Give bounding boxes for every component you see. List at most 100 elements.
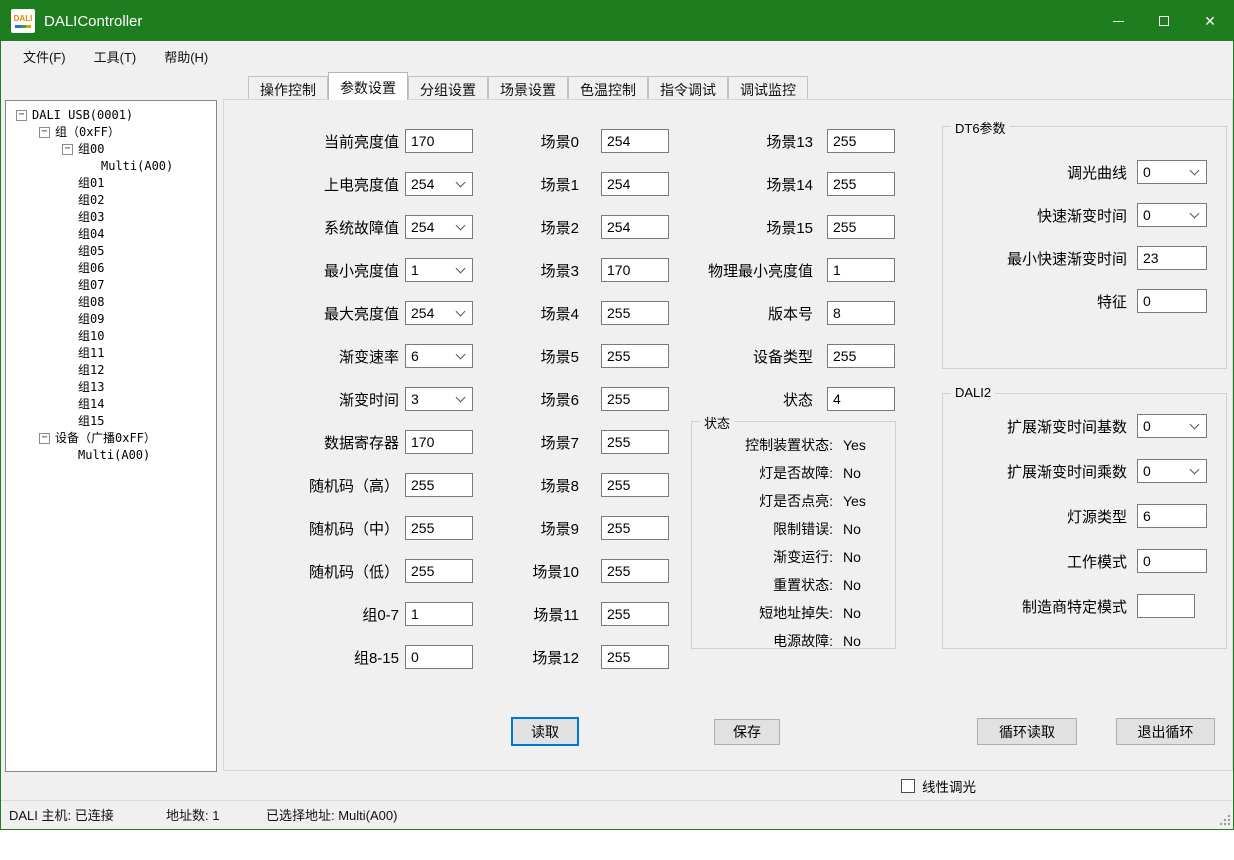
tree-item[interactable]: 组14: [6, 396, 216, 413]
text-field[interactable]: [1137, 594, 1195, 618]
text-field[interactable]: [601, 559, 669, 583]
tree-item[interactable]: 组13: [6, 379, 216, 396]
field-label: 扩展渐变时间乘数: [949, 461, 1127, 482]
read-button[interactable]: 读取: [511, 717, 579, 746]
text-field[interactable]: [1137, 504, 1207, 528]
tab-parameter-settings[interactable]: 参数设置: [328, 72, 408, 100]
tab-group-settings[interactable]: 分组设置: [408, 76, 488, 100]
tree-item-label: 组15: [78, 413, 104, 430]
text-field[interactable]: [601, 473, 669, 497]
field-label: 随机码（高）: [241, 475, 399, 496]
tree-item[interactable]: 组05: [6, 243, 216, 260]
text-field[interactable]: [1137, 246, 1207, 270]
exit-loop-button[interactable]: 退出循环: [1116, 718, 1215, 745]
tree-collapse-icon[interactable]: −: [16, 110, 27, 121]
text-field[interactable]: [827, 387, 895, 411]
form-row: 随机码（低）: [241, 559, 473, 583]
tree-item[interactable]: −DALI USB(0001): [6, 107, 216, 124]
field-label: 扩展渐变时间基数: [949, 416, 1127, 437]
form-row: 渐变运行:No: [692, 547, 885, 566]
combobox-value: 0: [1143, 418, 1191, 434]
menu-bar: 文件(F) 工具(T) 帮助(H): [1, 41, 1233, 71]
minimize-button[interactable]: [1095, 1, 1141, 41]
menu-help[interactable]: 帮助(H): [150, 41, 222, 72]
tree-item[interactable]: 组02: [6, 192, 216, 209]
menu-file[interactable]: 文件(F): [9, 41, 80, 72]
text-field[interactable]: [601, 602, 669, 626]
form-row: 场景9: [461, 516, 669, 540]
tree-item[interactable]: 组11: [6, 345, 216, 362]
field-label: 控制装置状态:: [692, 435, 833, 455]
tab-debug-monitor[interactable]: 调试监控: [728, 76, 808, 100]
text-field[interactable]: [601, 301, 669, 325]
field-label: 场景4: [461, 303, 579, 324]
combobox[interactable]: 0: [1137, 160, 1207, 184]
combobox[interactable]: 0: [1137, 414, 1207, 438]
field-label: 数据寄存器: [241, 432, 399, 453]
form-row: 灯是否点亮:Yes: [692, 491, 885, 510]
scene-column-0-12: 场景0场景1场景2场景3场景4场景5场景6场景7场景8场景9场景10场景11场景…: [461, 129, 669, 688]
tree-item[interactable]: 组09: [6, 311, 216, 328]
text-field[interactable]: [827, 344, 895, 368]
text-field[interactable]: [1137, 549, 1207, 573]
tree-item[interactable]: −组00: [6, 141, 216, 158]
resize-grip-icon[interactable]: [1219, 814, 1231, 826]
form-row: 制造商特定模式: [949, 594, 1218, 618]
form-row: 随机码（高）: [241, 473, 473, 497]
tree-item-label: 组10: [78, 328, 104, 345]
tab-command-debug[interactable]: 指令调试: [648, 76, 728, 100]
text-field[interactable]: [1137, 289, 1207, 313]
text-field[interactable]: [827, 258, 895, 282]
tab-color-temp-control[interactable]: 色温控制: [568, 76, 648, 100]
tree-collapse-icon[interactable]: −: [62, 144, 73, 155]
text-field[interactable]: [827, 301, 895, 325]
text-field[interactable]: [601, 215, 669, 239]
tree-item[interactable]: 组01: [6, 175, 216, 192]
form-row: 场景14: [691, 172, 895, 196]
loop-read-button[interactable]: 循环读取: [977, 718, 1077, 745]
tree-item[interactable]: 组04: [6, 226, 216, 243]
text-field[interactable]: [827, 129, 895, 153]
tree-item[interactable]: 组06: [6, 260, 216, 277]
tab-scene-settings[interactable]: 场景设置: [488, 76, 568, 100]
text-field[interactable]: [601, 645, 669, 669]
linear-dimming-checkbox[interactable]: [901, 779, 915, 793]
menu-tools[interactable]: 工具(T): [80, 41, 151, 72]
tab-operation-control[interactable]: 操作控制: [248, 76, 328, 100]
tree-item-label: 组04: [78, 226, 104, 243]
text-field[interactable]: [601, 430, 669, 454]
tree-item[interactable]: 组03: [6, 209, 216, 226]
combobox-value: 6: [411, 348, 457, 364]
tree-item[interactable]: −设备（广播0xFF）: [6, 430, 216, 447]
save-button[interactable]: 保存: [714, 719, 780, 745]
tree-item[interactable]: −组（0xFF）: [6, 124, 216, 141]
field-label: 渐变速率: [241, 346, 399, 367]
tree-item[interactable]: Multi(A00): [6, 447, 216, 464]
maximize-button[interactable]: [1141, 1, 1187, 41]
text-field[interactable]: [601, 387, 669, 411]
tree-item[interactable]: 组10: [6, 328, 216, 345]
close-button[interactable]: ✕: [1187, 1, 1233, 41]
app-icon-bar: [15, 25, 31, 28]
text-field[interactable]: [827, 215, 895, 239]
text-field[interactable]: [601, 258, 669, 282]
tree-item[interactable]: Multi(A00): [6, 158, 216, 175]
text-field[interactable]: [601, 129, 669, 153]
text-field[interactable]: [601, 516, 669, 540]
app-icon: DALI: [11, 9, 35, 33]
tree-item[interactable]: 组07: [6, 277, 216, 294]
text-field[interactable]: [601, 172, 669, 196]
form-row: 版本号: [691, 301, 895, 325]
text-field[interactable]: [601, 344, 669, 368]
field-label: 电源故障:: [692, 631, 833, 651]
form-row: 扩展渐变时间乘数 0: [949, 459, 1218, 483]
tree-collapse-icon[interactable]: −: [39, 127, 50, 138]
tree-item[interactable]: 组15: [6, 413, 216, 430]
tree-item[interactable]: 组12: [6, 362, 216, 379]
combobox[interactable]: 0: [1137, 459, 1207, 483]
tree-item-label: 组12: [78, 362, 104, 379]
tree-item[interactable]: 组08: [6, 294, 216, 311]
text-field[interactable]: [827, 172, 895, 196]
combobox[interactable]: 0: [1137, 203, 1207, 227]
tree-collapse-icon[interactable]: −: [39, 433, 50, 444]
